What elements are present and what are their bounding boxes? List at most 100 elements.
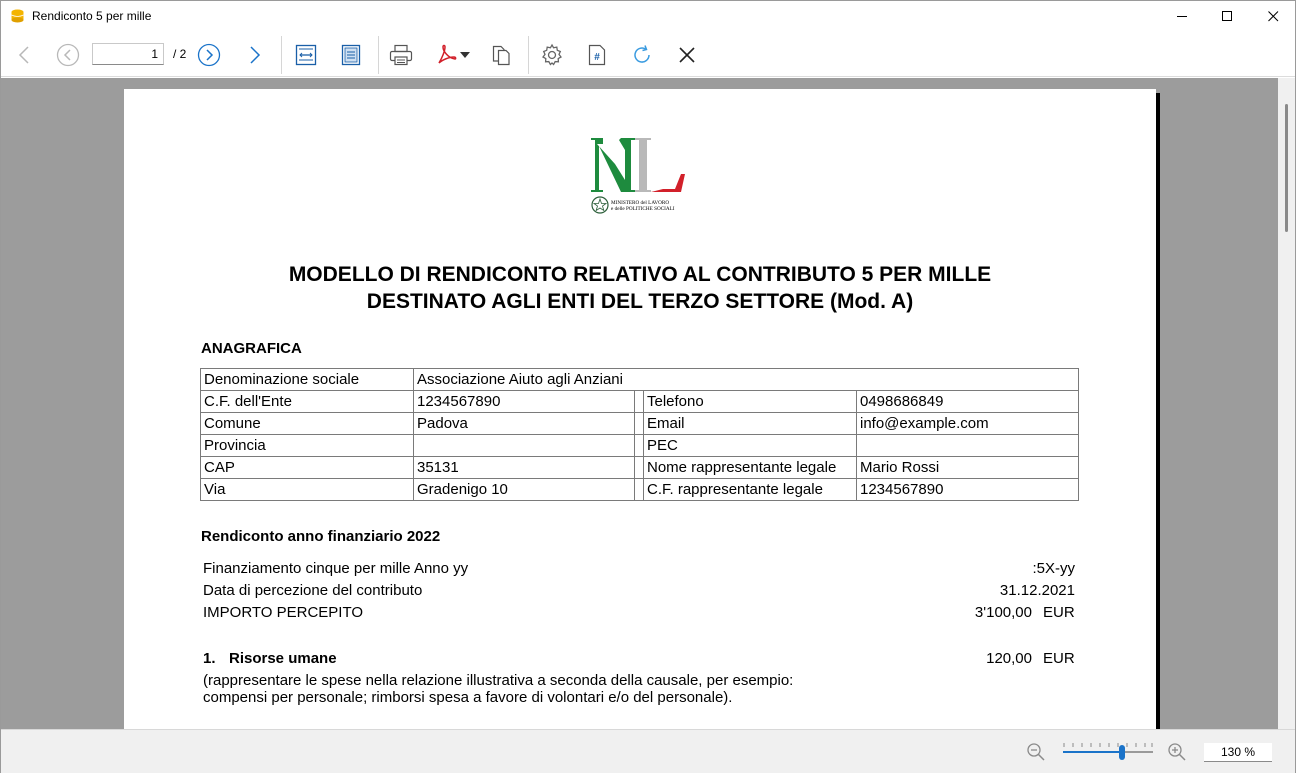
scrollbar-thumb[interactable]	[1285, 104, 1288, 232]
table-cell-label: Email	[643, 412, 857, 435]
table-cell-value: 1234567890	[856, 478, 1079, 501]
print-button[interactable]	[386, 40, 416, 70]
importo-value: 3'100,00	[974, 604, 1032, 621]
pdf-icon	[435, 44, 457, 66]
document-title-line1: MODELLO DI RENDICONTO RELATIVO AL CONTRI…	[288, 263, 992, 286]
table-cell-value: Gradenigo 10	[413, 478, 635, 501]
pdf-options-dropdown[interactable]	[456, 40, 474, 70]
minimize-button[interactable]	[1159, 1, 1205, 32]
risorse-value: 120,00	[986, 650, 1032, 667]
table-cell-label: Provincia	[200, 434, 414, 457]
table-row: CAP 35131 Nome rappresentante legale Mar…	[200, 456, 1079, 479]
copy-button[interactable]	[486, 40, 516, 70]
page-number-icon: #	[587, 44, 607, 66]
zoom-slider-thumb[interactable]	[1118, 745, 1125, 760]
settings-button[interactable]	[537, 40, 567, 70]
previous-page-button[interactable]	[53, 40, 83, 70]
app-window: Rendiconto 5 per mille / 2	[0, 0, 1296, 773]
zoom-slider[interactable]	[1063, 751, 1153, 753]
table-cell-label: C.F. dell'Ente	[200, 390, 414, 413]
table-cell-label: Comune	[200, 412, 414, 435]
zoom-out-button[interactable]	[1026, 742, 1046, 767]
close-icon	[678, 46, 696, 64]
table-cell-label: PEC	[643, 434, 857, 457]
document-page: MINISTERO del LAVORO e delle POLITICHE S…	[124, 89, 1156, 729]
print-icon	[389, 44, 413, 66]
risorse-number: 1.	[203, 650, 216, 667]
table-cell-spacer	[634, 390, 644, 413]
database-icon	[11, 9, 24, 23]
table-cell-spacer	[634, 412, 644, 435]
fit-width-button[interactable]	[291, 40, 321, 70]
page-total: / 2	[173, 47, 187, 61]
table-cell-value: 1234567890	[413, 390, 635, 413]
data-percezione-value: 31.12.2021	[999, 582, 1075, 599]
finanziamento-label: Finanziamento cinque per mille Anno yy	[203, 560, 469, 577]
finanziamento-value: :5X-yy	[1032, 560, 1075, 577]
fit-page-button[interactable]	[336, 40, 366, 70]
toolbar-separator	[378, 36, 379, 74]
document-title-line2: DESTINATO AGLI ENTI DEL TERZO SETTORE (M…	[366, 290, 914, 313]
settings-icon	[540, 43, 564, 67]
table-cell-value	[856, 434, 1079, 457]
page-number-input[interactable]	[92, 43, 164, 65]
zoom-level-field[interactable]: 130 %	[1204, 743, 1272, 762]
title-bar: Rendiconto 5 per mille	[1, 1, 1295, 32]
circle-chevron-right-icon	[197, 43, 221, 67]
data-percezione-label: Data di percezione del contributo	[203, 582, 423, 599]
page-number-button[interactable]: #	[582, 40, 612, 70]
anagrafica-heading: ANAGRAFICA	[201, 340, 302, 357]
copy-icon	[490, 44, 512, 66]
table-cell-label: Telefono	[643, 390, 857, 413]
zoom-out-icon	[1027, 743, 1045, 761]
first-page-button[interactable]	[9, 40, 39, 70]
circle-chevron-left-icon	[56, 43, 80, 67]
importo-currency: EUR	[1043, 604, 1075, 621]
table-cell-spacer	[634, 456, 644, 479]
table-row: C.F. dell'Ente 1234567890 Telefono 04986…	[200, 390, 1079, 413]
table-cell-value: Mario Rossi	[856, 456, 1079, 479]
table-cell-value: Associazione Aiuto agli Anziani	[413, 368, 1079, 391]
last-page-button[interactable]	[240, 40, 270, 70]
table-cell-value	[413, 434, 635, 457]
zoom-in-button[interactable]	[1167, 742, 1187, 767]
document-viewer[interactable]: MINISTERO del LAVORO e delle POLITICHE S…	[1, 78, 1295, 729]
table-cell-value: 0498686849	[856, 390, 1079, 413]
next-page-button[interactable]	[194, 40, 224, 70]
anagrafica-table: Denominazione sociale Associazione Aiuto…	[200, 368, 1079, 501]
document-title: MODELLO DI RENDICONTO RELATIVO AL CONTRI…	[124, 261, 1156, 315]
vertical-scrollbar[interactable]	[1278, 78, 1295, 729]
maximize-button[interactable]	[1204, 1, 1250, 32]
risorse-note-line1: (rappresentare le spese nella relazione …	[203, 672, 794, 689]
rendiconto-heading: Rendiconto anno finanziario 2022	[201, 528, 441, 545]
risorse-label: Risorse umane	[229, 650, 337, 667]
fit-width-icon	[295, 44, 317, 66]
table-cell-value: info@example.com	[856, 412, 1079, 435]
close-window-button[interactable]	[1250, 1, 1296, 32]
svg-text:e delle POLITICHE SOCIALI: e delle POLITICHE SOCIALI	[611, 206, 675, 212]
svg-text:#: #	[594, 52, 600, 63]
status-bar: 130 %	[1, 729, 1295, 773]
table-cell-value: 35131	[413, 456, 635, 479]
refresh-button[interactable]	[627, 40, 657, 70]
table-cell-label: Denominazione sociale	[200, 368, 414, 391]
risorse-currency: EUR	[1043, 650, 1075, 667]
risorse-note-line2: compensi per personale; rimborsi spesa a…	[203, 689, 733, 706]
table-cell-label: Via	[200, 478, 414, 501]
toolbar: / 2	[1, 32, 1295, 77]
toolbar-separator	[528, 36, 529, 74]
zoom-slider-ticks	[1063, 743, 1153, 747]
close-document-button[interactable]	[672, 40, 702, 70]
arrow-left-icon	[17, 45, 31, 65]
window-title: Rendiconto 5 per mille	[32, 9, 152, 23]
refresh-icon	[630, 43, 654, 67]
table-cell-spacer	[634, 434, 644, 457]
table-cell-label: CAP	[200, 456, 414, 479]
table-cell-label: Nome rappresentante legale	[643, 456, 857, 479]
table-cell-spacer	[634, 478, 644, 501]
toolbar-separator	[281, 36, 282, 74]
zoom-slider-fill	[1063, 751, 1122, 753]
table-cell-value: Padova	[413, 412, 635, 435]
table-row: Provincia PEC	[200, 434, 1079, 457]
caret-down-icon	[460, 52, 470, 58]
